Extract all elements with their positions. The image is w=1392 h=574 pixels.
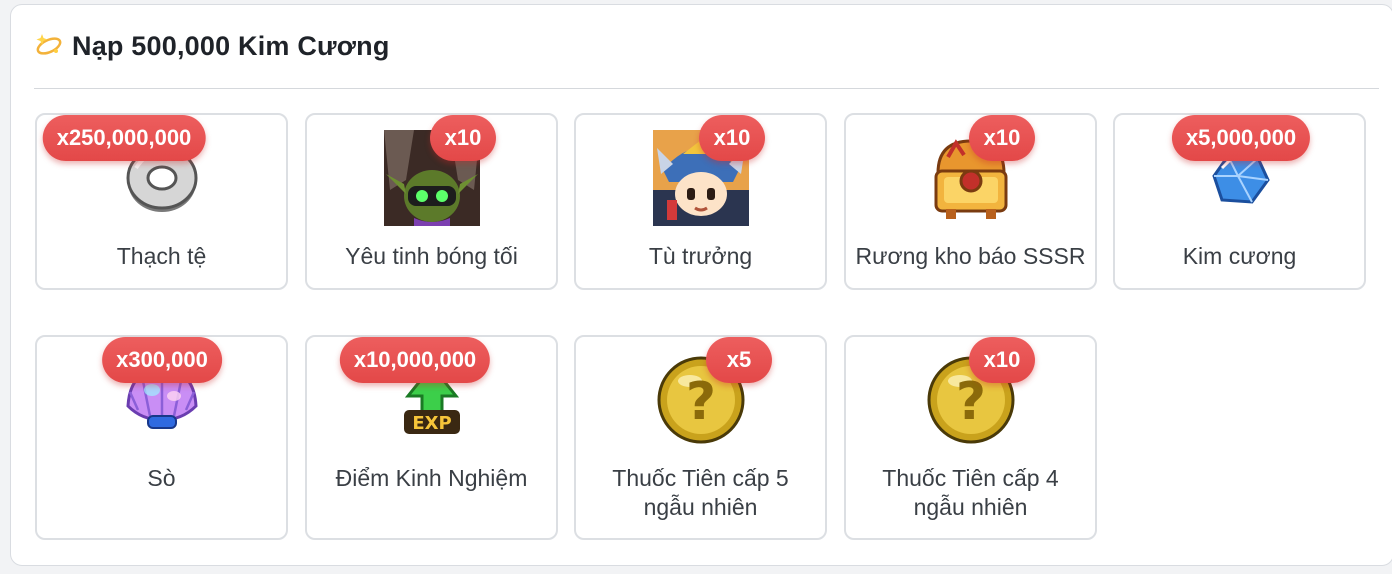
reward-panel: Nạp 500,000 Kim Cương x250,000,000 Thạch… — [10, 4, 1392, 566]
reward-name: Rương kho báo SSSR — [855, 243, 1086, 269]
quantity-badge: x10 — [699, 115, 765, 161]
quantity-badge: x250,000,000 — [42, 115, 206, 161]
reward-name: Thạch tệ — [116, 243, 207, 269]
quantity-badge: x10 — [969, 337, 1035, 383]
reward-card-diamond: x5,000,000 Kim cương — [1113, 113, 1366, 290]
reward-card-exp: EXP x10,000,000 Điểm Kinh Nghiệm — [305, 335, 558, 540]
svg-text:?: ? — [955, 372, 985, 432]
page-title: Nạp 500,000 Kim Cương — [72, 31, 390, 61]
reward-name: Tù trưởng — [648, 243, 753, 269]
reward-card-treasure-chest: x10 Rương kho báo SSSR — [844, 113, 1097, 290]
reward-card-stone-coin: x250,000,000 Thạch tệ — [35, 113, 288, 290]
reward-card-seashell: x300,000 Sò — [35, 335, 288, 540]
quantity-badge: x10 — [430, 115, 496, 161]
reward-name: Thuốc Tiên cấp 4 ngẫu nhiên — [882, 465, 1059, 520]
reward-name: Sò — [147, 465, 176, 491]
quantity-badge: x5,000,000 — [1171, 115, 1311, 161]
reward-card-dark-goblin: x10 Yêu tinh bóng tối — [305, 113, 558, 290]
reward-card-potion-5: ? x5 Thuốc Tiên cấp 5 ngẫu nhiên — [574, 335, 827, 540]
quantity-badge: x5 — [706, 337, 772, 383]
reward-name: Thuốc Tiên cấp 5 ngẫu nhiên — [612, 465, 789, 520]
reward-card-chieftain: x10 Tù trưởng — [574, 113, 827, 290]
quantity-badge: x300,000 — [102, 337, 222, 383]
panel-header: Nạp 500,000 Kim Cương — [34, 5, 1379, 89]
reward-name: Yêu tinh bóng tối — [345, 243, 518, 269]
sparkle-ring-icon — [34, 28, 64, 65]
quantity-badge: x10,000,000 — [339, 337, 491, 383]
reward-card-potion-4: ? x10 Thuốc Tiên cấp 4 ngẫu nhiên — [844, 335, 1097, 540]
reward-name: Kim cương — [1182, 243, 1297, 269]
reward-name: Điểm Kinh Nghiệm — [335, 465, 528, 491]
svg-text:EXP: EXP — [412, 413, 451, 434]
svg-text:?: ? — [685, 372, 715, 432]
quantity-badge: x10 — [969, 115, 1035, 161]
